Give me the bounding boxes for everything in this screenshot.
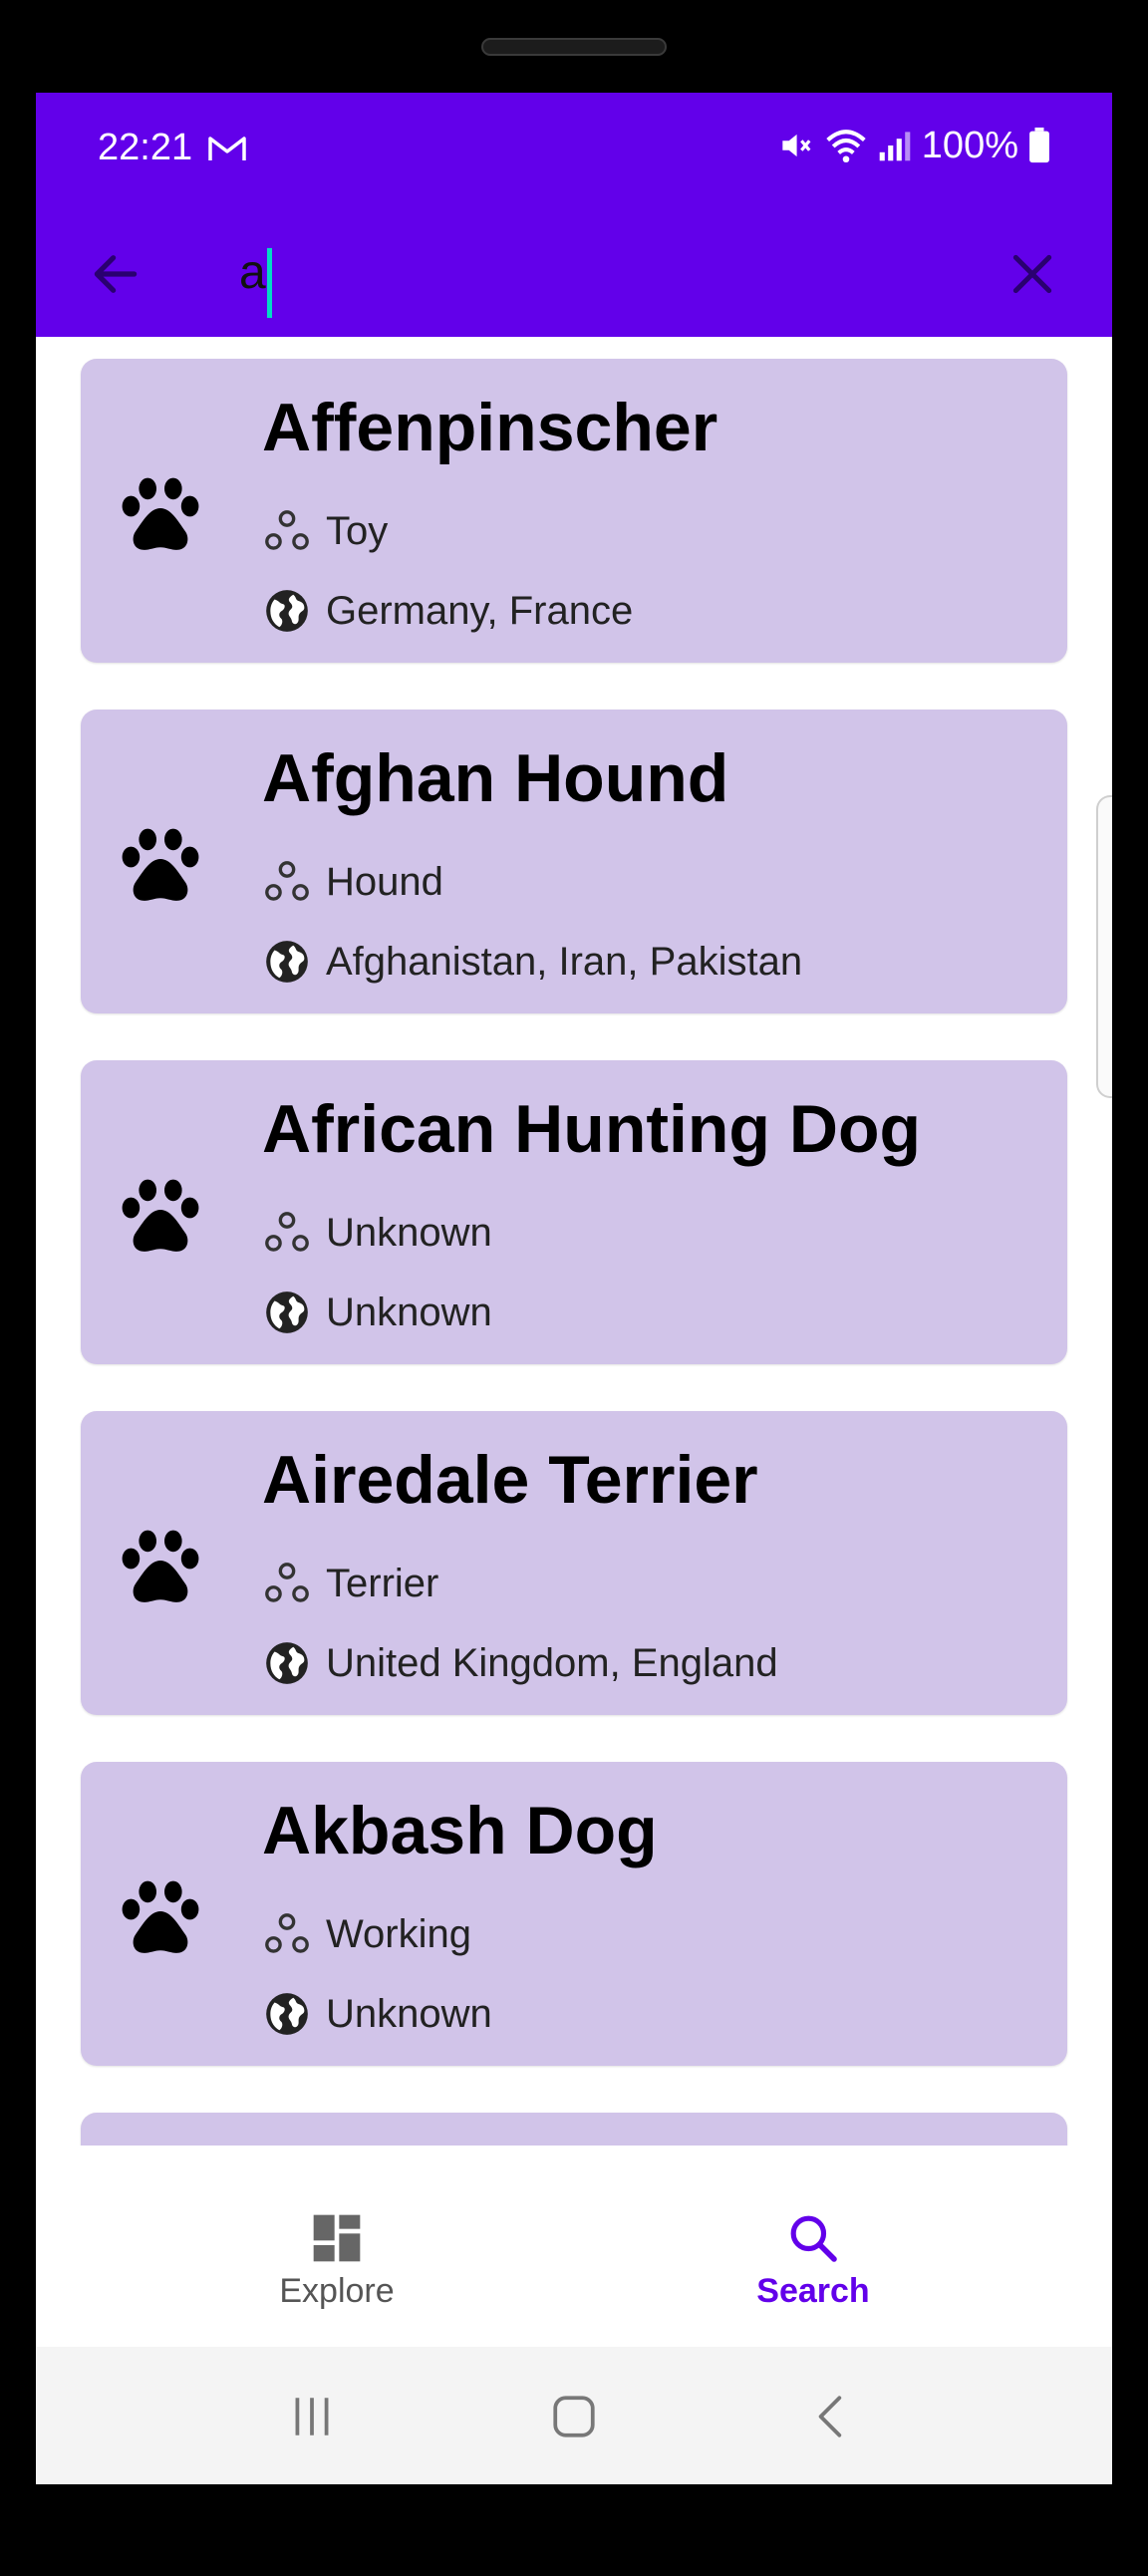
globe-icon [266, 1993, 308, 2035]
wifi-icon [826, 130, 866, 163]
breed-origin-row: Unknown [262, 1989, 492, 2039]
paw-icon [122, 828, 199, 901]
battery-icon [1029, 128, 1049, 163]
breed-name: Airedale Terrier [262, 1442, 758, 1518]
arrow-back-icon [94, 255, 138, 293]
nav-search-label: Search [756, 2272, 870, 2310]
bottom-navigation: Explore Search [36, 2190, 1112, 2347]
group-icon [265, 1913, 309, 1953]
home-button[interactable] [544, 2387, 604, 2446]
status-icons: 100% [776, 127, 1050, 164]
app-screen: 22:21 100% a Affenpinscher Toy Germany, … [36, 93, 1112, 2484]
group-icon [265, 510, 309, 550]
breed-origin-row: Afghanistan, Iran, Pakistan [262, 937, 802, 987]
breed-origin-row: Unknown [262, 1288, 492, 1337]
breed-group: Unknown [326, 1210, 492, 1255]
breed-origin: United Kingdom, England [326, 1640, 778, 1685]
clear-search-button[interactable] [1001, 242, 1064, 306]
breed-origin-row: United Kingdom, England [262, 1638, 778, 1688]
paw-icon [122, 477, 199, 550]
breed-group: Hound [326, 859, 443, 904]
dashboard-icon [313, 2214, 361, 2262]
scrollbar[interactable] [1096, 795, 1112, 1098]
system-back-button[interactable] [801, 2387, 861, 2446]
globe-icon [266, 1291, 308, 1333]
group-icon [265, 1212, 309, 1252]
group-icon [265, 1563, 309, 1602]
close-icon [1012, 254, 1052, 294]
back-button[interactable] [84, 242, 147, 306]
mute-icon [782, 134, 811, 157]
breed-group: Toy [326, 508, 389, 553]
paw-icon [122, 1880, 199, 1953]
breed-origin: Unknown [326, 1991, 492, 2036]
breed-group-row: Working [262, 1909, 471, 1959]
earpiece-speaker [481, 38, 667, 56]
globe-icon [266, 941, 308, 983]
breed-card[interactable]: Airedale Terrier Terrier United Kingdom,… [81, 1411, 1067, 1715]
text-caret [267, 248, 272, 318]
device-frame: 22:21 100% a Affenpinscher Toy Germany, … [0, 0, 1148, 2576]
breed-name: Afghan Hound [262, 740, 729, 816]
breed-group-row: Toy [262, 506, 388, 556]
home-icon [553, 2396, 595, 2437]
breed-group-row: Terrier [262, 1559, 438, 1608]
breed-origin-row: Germany, France [262, 586, 633, 636]
breed-group-row: Unknown [262, 1208, 492, 1258]
globe-icon [266, 590, 308, 632]
recent-apps-button[interactable] [282, 2387, 342, 2446]
breed-group: Working [326, 1911, 471, 1956]
breed-origin: Unknown [326, 1289, 492, 1334]
gmail-icon [208, 137, 246, 160]
breed-name: Akita [262, 2145, 428, 2146]
breed-name: African Hunting Dog [262, 1091, 922, 1167]
breed-name: Akbash Dog [262, 1793, 658, 1868]
breed-card[interactable]: Afghan Hound Hound Afghanistan, Iran, Pa… [81, 710, 1067, 1013]
breed-results-list[interactable]: Affenpinscher Toy Germany, France Afghan… [36, 337, 1112, 2146]
signal-icon [879, 132, 911, 161]
nav-search[interactable]: Search [694, 2210, 933, 2330]
status-time: 22:21 [98, 127, 193, 168]
system-navigation-bar [36, 2347, 1112, 2484]
breed-card[interactable]: Affenpinscher Toy Germany, France [81, 359, 1067, 663]
top-app-bar: 22:21 100% a [36, 93, 1112, 337]
nav-explore[interactable]: Explore [217, 2210, 456, 2330]
search-bar [36, 212, 1112, 332]
breed-origin: Germany, France [326, 588, 634, 633]
globe-icon [266, 1642, 308, 1684]
breed-group: Terrier [326, 1561, 439, 1605]
breed-group-row: Hound [262, 857, 443, 907]
breed-card[interactable]: Akita [81, 2113, 1067, 2146]
chevron-left-icon [818, 2396, 842, 2437]
search-input[interactable] [239, 232, 997, 312]
breed-origin: Afghanistan, Iran, Pakistan [326, 939, 803, 984]
paw-icon [122, 1179, 199, 1252]
nav-explore-label: Explore [279, 2272, 395, 2310]
recents-icon [295, 2398, 329, 2435]
paw-icon [122, 1530, 199, 1602]
breed-card[interactable]: Akbash Dog Working Unknown [81, 1762, 1067, 2066]
battery-percent: 100% [921, 125, 1018, 166]
search-icon [790, 2215, 837, 2262]
breed-name: Affenpinscher [262, 390, 718, 465]
breed-card[interactable]: African Hunting Dog Unknown Unknown [81, 1060, 1067, 1364]
group-icon [265, 861, 309, 901]
